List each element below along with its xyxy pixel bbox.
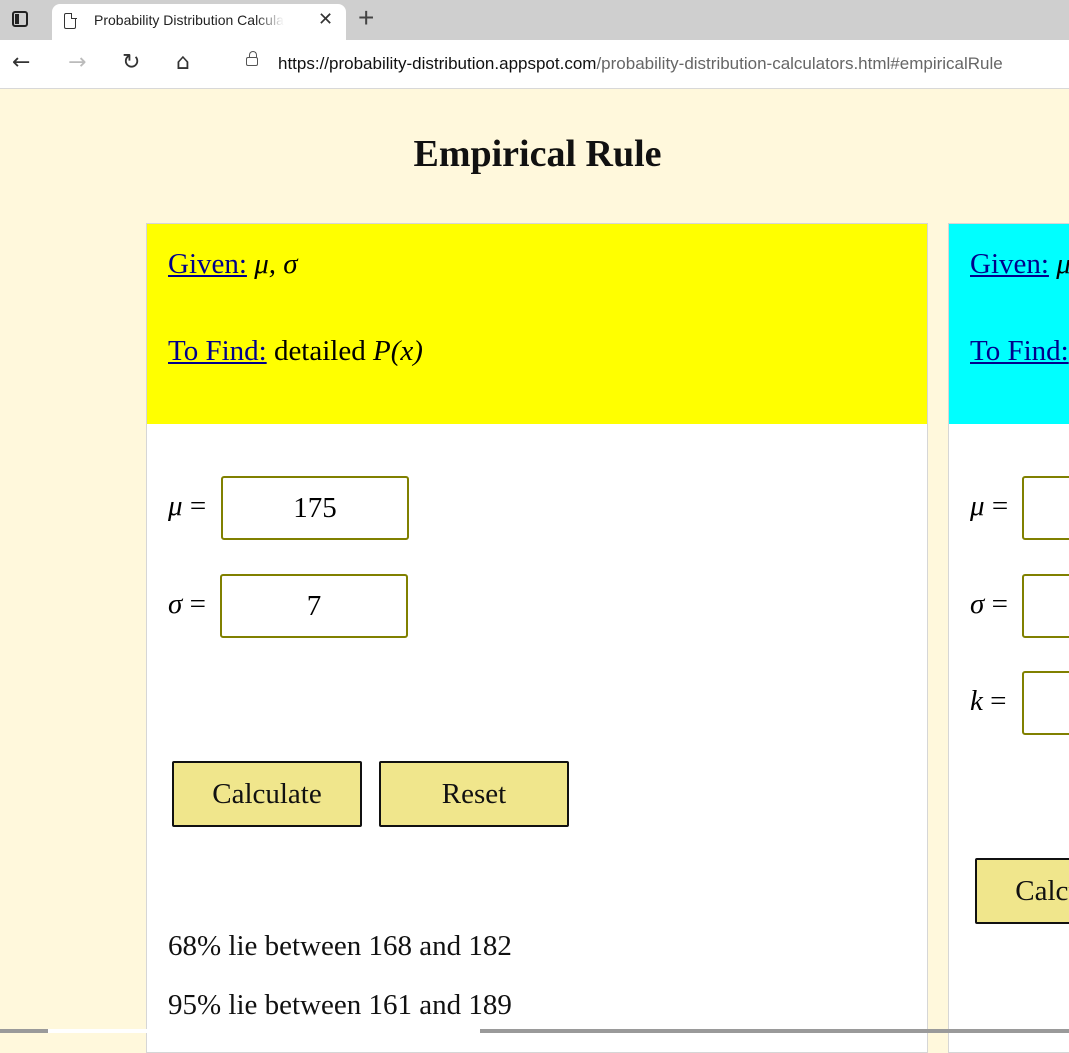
to-find-line: To Find:: [970, 335, 1069, 368]
scrollbar-thumb[interactable]: [48, 1029, 480, 1033]
close-tab-icon[interactable]: ✕: [318, 9, 333, 30]
window-menu-icon[interactable]: [12, 11, 28, 27]
sigma-label: σ =: [970, 588, 1008, 620]
browser-tab[interactable]: Probability Distribution Calculators ✕: [52, 4, 346, 40]
mu-label: μ =: [168, 490, 207, 522]
url-path: /probability-distribution-calculators.ht…: [596, 54, 1003, 73]
mu-label: μ =: [970, 490, 1009, 522]
card-header: Given: μ, σ To Find: detailed P(x): [147, 224, 927, 424]
sigma-input[interactable]: [220, 574, 408, 638]
forward-icon[interactable]: →: [68, 49, 86, 77]
result-95: 95% lie between 161 and 189: [168, 989, 512, 1021]
given-vars: μ, σ: [254, 248, 298, 280]
home-icon[interactable]: ⌂: [176, 49, 190, 77]
sigma-input[interactable]: [1022, 574, 1069, 638]
card-header: Given: μ To Find:: [949, 224, 1069, 424]
given-line: Given: μ: [970, 248, 1069, 281]
to-find-link[interactable]: To Find:: [970, 335, 1069, 367]
url-text[interactable]: https://probability-distribution.appspot…: [278, 54, 1003, 74]
empirical-rule-card: Given: μ, σ To Find: detailed P(x) μ = σ…: [146, 223, 928, 1053]
page-title: Empirical Rule: [413, 133, 662, 175]
horizontal-scrollbar[interactable]: [0, 1029, 1069, 1033]
reload-icon[interactable]: ↻: [122, 49, 140, 77]
new-tab-button[interactable]: +: [358, 2, 374, 34]
to-find-math: P(x): [372, 335, 423, 367]
given-link[interactable]: Given:: [970, 248, 1049, 280]
mu-input[interactable]: [1022, 476, 1069, 540]
given-line: Given: μ, σ: [168, 248, 298, 281]
address-bar[interactable]: https://probability-distribution.appspot…: [226, 45, 1069, 81]
to-find-text: detailed: [273, 335, 366, 367]
mu-input[interactable]: [221, 476, 409, 540]
result-68: 68% lie between 168 and 182: [168, 930, 512, 962]
to-find-line: To Find: detailed P(x): [168, 335, 423, 368]
tab-title: Probability Distribution Calculators: [94, 12, 284, 28]
browser-tab-bar: Probability Distribution Calculators ✕ +: [0, 0, 1069, 40]
url-host: https://probability-distribution.appspot…: [278, 54, 597, 73]
chebyshev-card: Given: μ To Find: μ = σ = k = Calculate: [948, 223, 1069, 1053]
to-find-link[interactable]: To Find:: [168, 335, 267, 367]
sigma-label: σ =: [168, 588, 206, 620]
lock-icon[interactable]: [246, 51, 258, 66]
back-icon[interactable]: ←: [12, 49, 30, 77]
given-vars: μ: [1056, 248, 1069, 280]
page-icon: [64, 12, 77, 29]
k-input[interactable]: [1022, 671, 1069, 735]
calculate-button[interactable]: Calculate: [975, 858, 1069, 924]
browser-nav-bar: ← → ↻ ⌂ https://probability-distribution…: [0, 40, 1069, 89]
reset-button[interactable]: Reset: [379, 761, 569, 827]
calculate-button[interactable]: Calculate: [172, 761, 362, 827]
given-link[interactable]: Given:: [168, 248, 247, 280]
k-label: k =: [970, 685, 1007, 717]
